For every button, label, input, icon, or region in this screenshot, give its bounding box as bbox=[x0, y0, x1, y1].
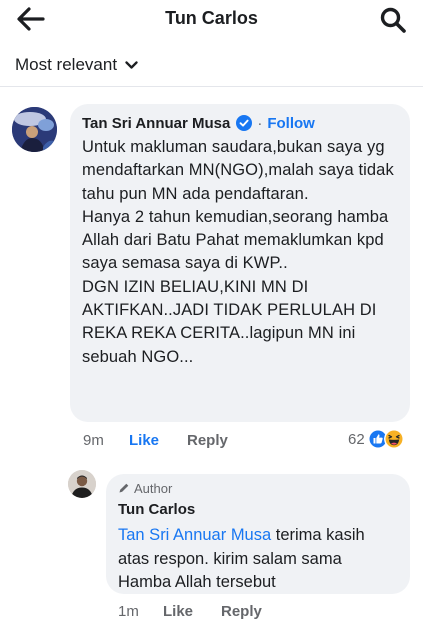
reply-bubble: Author Tun Carlos Tan Sri Annuar Musa te… bbox=[106, 474, 410, 594]
verified-badge-icon bbox=[236, 115, 253, 131]
avatar[interactable] bbox=[12, 107, 57, 152]
page-title: Tun Carlos bbox=[165, 8, 258, 28]
mention-link[interactable]: Tan Sri Annuar Musa bbox=[118, 526, 271, 544]
reply-reply-button[interactable]: Reply bbox=[221, 603, 262, 620]
comment-header: Tan Sri Annuar Musa · Follow bbox=[82, 113, 398, 133]
like-button[interactable]: Like bbox=[129, 432, 187, 449]
reply-like-button[interactable]: Like bbox=[163, 603, 221, 620]
reply-timestamp[interactable]: 1m bbox=[118, 603, 163, 620]
divider bbox=[0, 86, 423, 87]
separator-dot: · bbox=[257, 114, 263, 132]
comment-actions: 9m Like Reply bbox=[83, 430, 228, 450]
top-bar: Tun Carlos bbox=[0, 0, 423, 38]
comment-sort-dropdown[interactable]: Most relevant bbox=[15, 54, 138, 76]
search-button[interactable] bbox=[379, 6, 407, 34]
reaction-count: 62 bbox=[348, 430, 365, 448]
comment-timestamp[interactable]: 9m bbox=[83, 432, 129, 449]
author-badge-label: Author bbox=[134, 480, 173, 496]
reply-avatar[interactable] bbox=[68, 470, 96, 498]
reply-button[interactable]: Reply bbox=[187, 432, 228, 449]
comment-text: Untuk makluman saudara,bukan saya yg men… bbox=[82, 138, 394, 366]
avatar-image bbox=[12, 107, 57, 152]
haha-reaction-icon bbox=[383, 429, 404, 449]
reply-avatar-image bbox=[68, 470, 96, 498]
comment-bubble: Tan Sri Annuar Musa · Follow Untuk maklu… bbox=[70, 104, 410, 422]
follow-button[interactable]: Follow bbox=[267, 115, 315, 132]
author-badge: Author bbox=[118, 480, 398, 496]
comment-author-name[interactable]: Tan Sri Annuar Musa bbox=[82, 115, 230, 132]
sort-label: Most relevant bbox=[15, 55, 118, 74]
pencil-icon bbox=[119, 483, 129, 493]
chevron-down-icon bbox=[125, 60, 138, 69]
reply-actions: 1m Like Reply bbox=[118, 601, 262, 621]
reply-text: Tan Sri Annuar Musa terima kasih atas re… bbox=[118, 524, 398, 595]
reaction-summary[interactable]: 62 bbox=[348, 429, 404, 449]
search-icon bbox=[380, 7, 406, 33]
reply-author-name[interactable]: Tun Carlos bbox=[118, 501, 398, 520]
